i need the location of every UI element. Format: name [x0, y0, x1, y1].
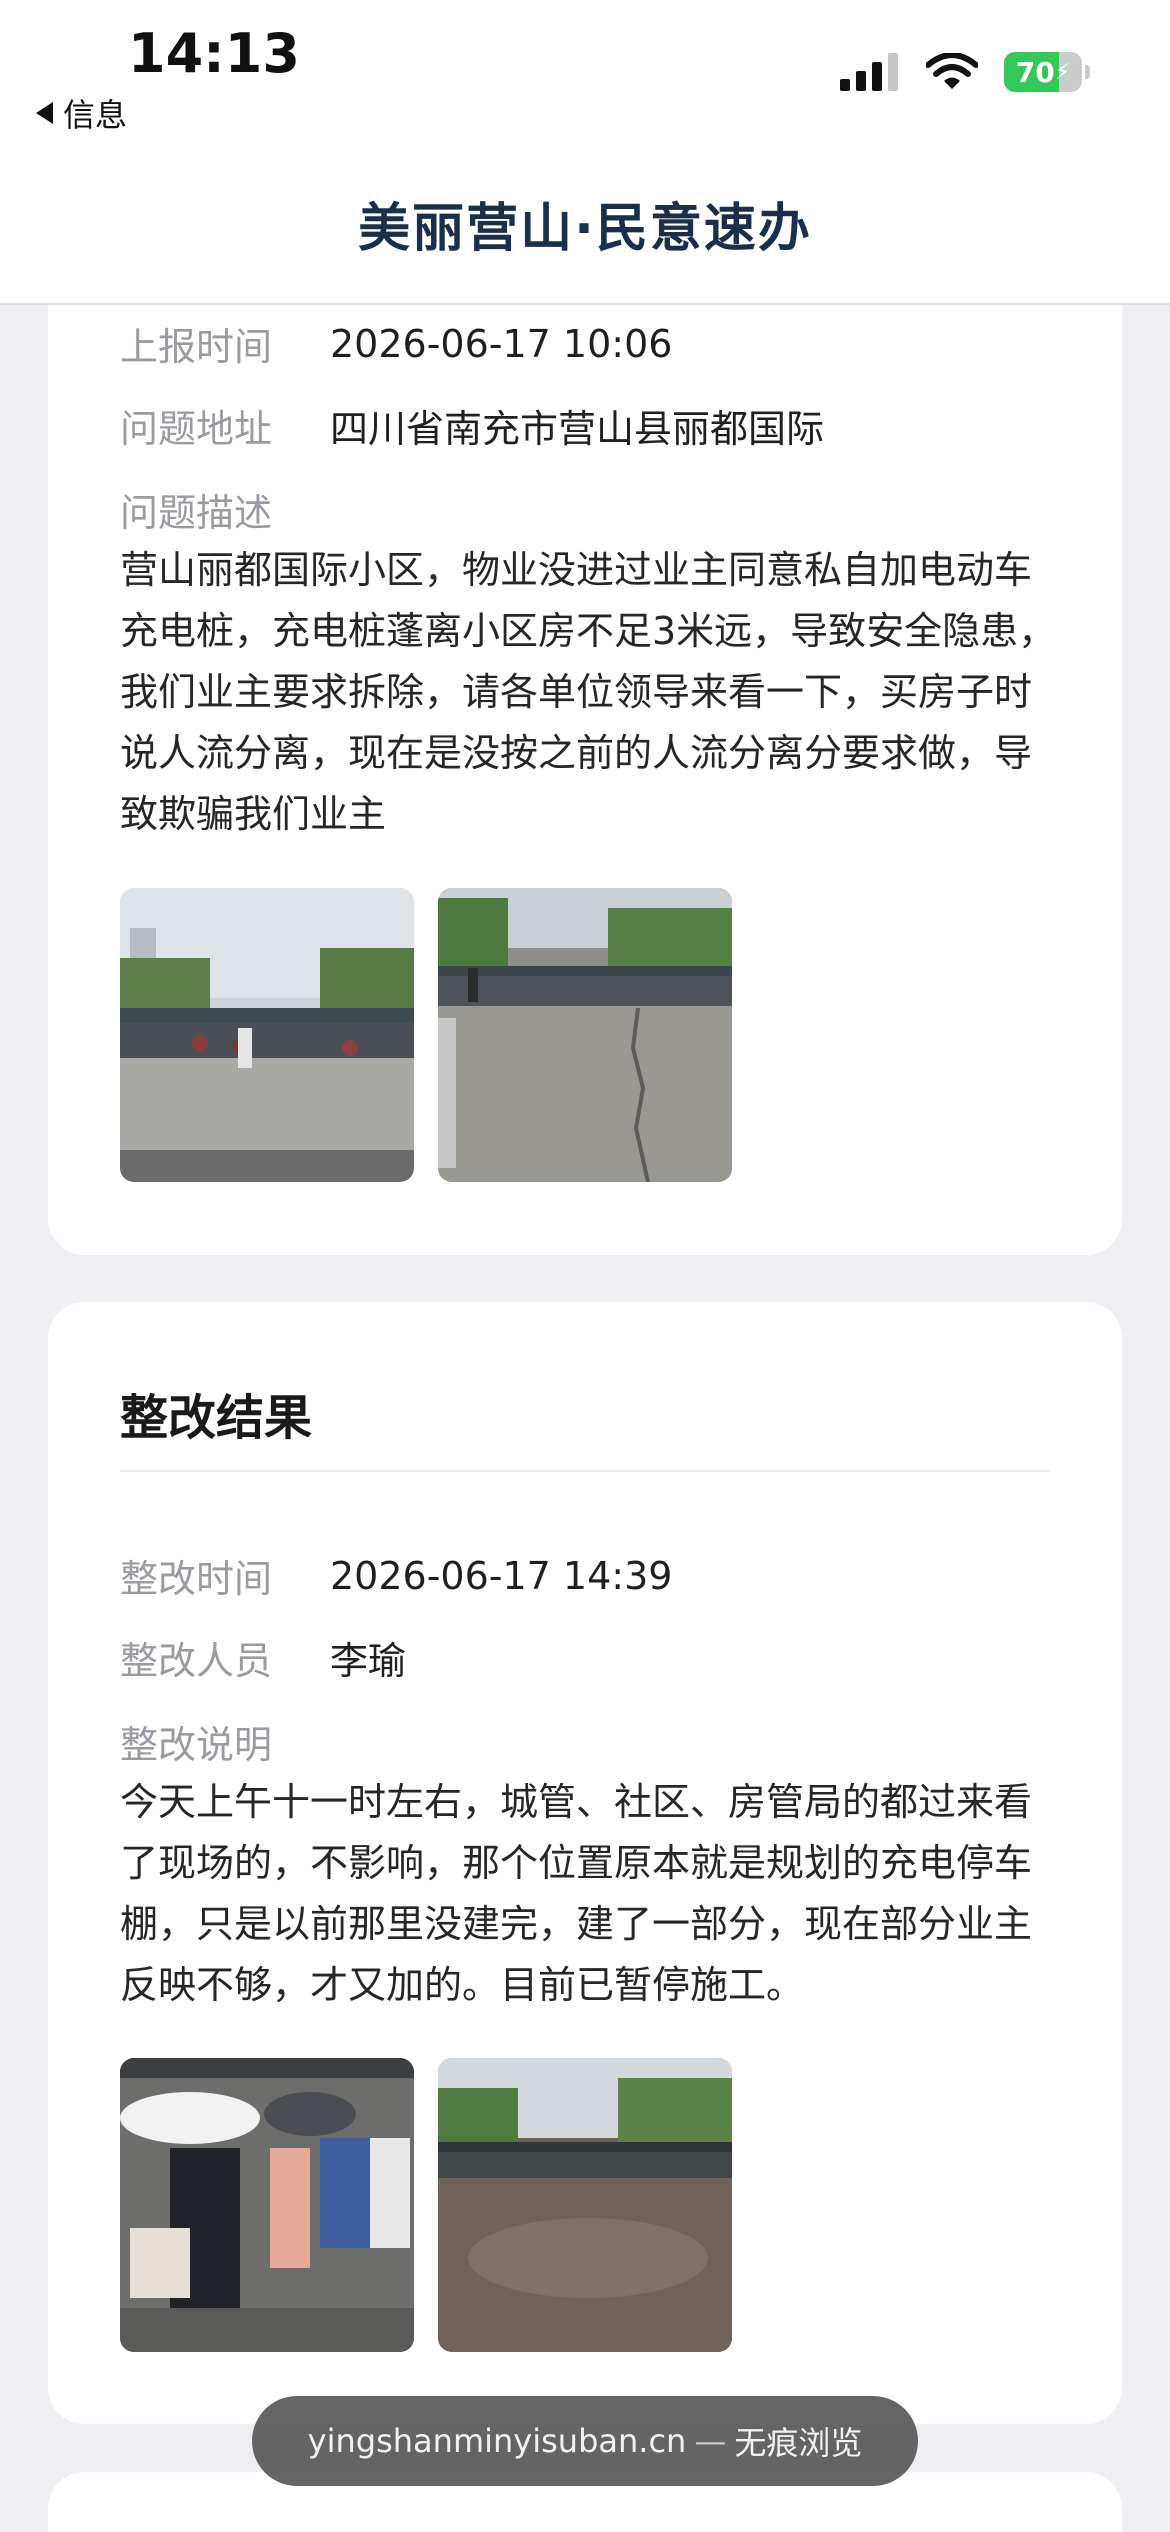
- status-time: 14:13: [128, 22, 300, 85]
- result-photo-1[interactable]: [120, 2058, 414, 2352]
- battery-level-text: 70 ⚡: [1004, 52, 1082, 92]
- back-arrow-icon: [36, 102, 53, 124]
- rectification-time-value: 2026-06-17 14:39: [330, 1553, 673, 1598]
- rectification-card: 整改结果 整改时间 2026-06-17 14:39 整改人员 李瑜 整改说明 …: [48, 1302, 1122, 2424]
- report-time-label: 上报时间: [120, 325, 273, 369]
- toast-separator: —: [694, 2422, 727, 2460]
- cellular-signal-icon: [840, 53, 898, 91]
- rectification-description-text: 今天上午十一时左右，城管、社区、房管局的都过来看了现场的，不影响，那个位置原本就…: [120, 1780, 1033, 2007]
- report-description-text: 营山丽都国际小区，物业没进过业主同意私自加电动车充电桩，充电桩蓬离小区房不足3米…: [120, 548, 1057, 836]
- battery-icon: 70 ⚡: [1004, 52, 1090, 92]
- result-photo-2[interactable]: [438, 2058, 732, 2352]
- report-photo-1[interactable]: [120, 888, 414, 1182]
- rectification-description-label: 整改说明: [120, 1723, 273, 1767]
- rectification-time-row: 整改时间 2026-06-17 14:39: [120, 1548, 672, 1603]
- back-link-label: 信息: [63, 96, 128, 134]
- report-card: 上报时间 2026-06-17 10:06 问题地址 四川省南充市营山县丽都国际…: [48, 220, 1122, 1255]
- status-icons: 70 ⚡: [840, 52, 1090, 92]
- report-address-value: 四川省南充市营山县丽都国际: [330, 407, 825, 451]
- toast-domain: yingshanminyisuban.cn: [307, 2422, 687, 2460]
- rectification-photos: [120, 2058, 732, 2352]
- report-time-value: 2026-06-17 10:06: [330, 321, 673, 366]
- toast-mode: 无痕浏览: [734, 2424, 863, 2462]
- section-divider: [120, 1470, 1050, 1472]
- report-address-row: 问题地址 四川省南充市营山县丽都国际: [120, 398, 824, 453]
- top-bar: 14:13 信息 70 ⚡ 美丽营山·民意速办: [0, 0, 1170, 305]
- rectification-section-title: 整改结果: [120, 1390, 313, 1446]
- report-address-label: 问题地址: [120, 407, 273, 451]
- report-photos: [120, 888, 732, 1182]
- rectification-person-row: 整改人员 李瑜: [120, 1630, 406, 1685]
- report-photo-2[interactable]: [438, 888, 732, 1182]
- private-browsing-toast[interactable]: yingshanminyisuban.cn — 无痕浏览: [252, 2396, 918, 2486]
- rectification-person-value: 李瑜: [330, 1639, 407, 1683]
- battery-percent: 70: [1015, 55, 1055, 89]
- report-description-label: 问题描述: [120, 491, 273, 535]
- rectification-person-label: 整改人员: [120, 1639, 273, 1683]
- wifi-icon: [926, 53, 978, 89]
- charging-bolt-icon: ⚡: [1054, 59, 1071, 85]
- rectification-time-label: 整改时间: [120, 1557, 273, 1601]
- report-time-row: 上报时间 2026-06-17 10:06: [120, 316, 672, 371]
- back-to-messages-link[interactable]: 信息: [36, 90, 127, 136]
- page-title: 美丽营山·民意速办: [358, 199, 812, 259]
